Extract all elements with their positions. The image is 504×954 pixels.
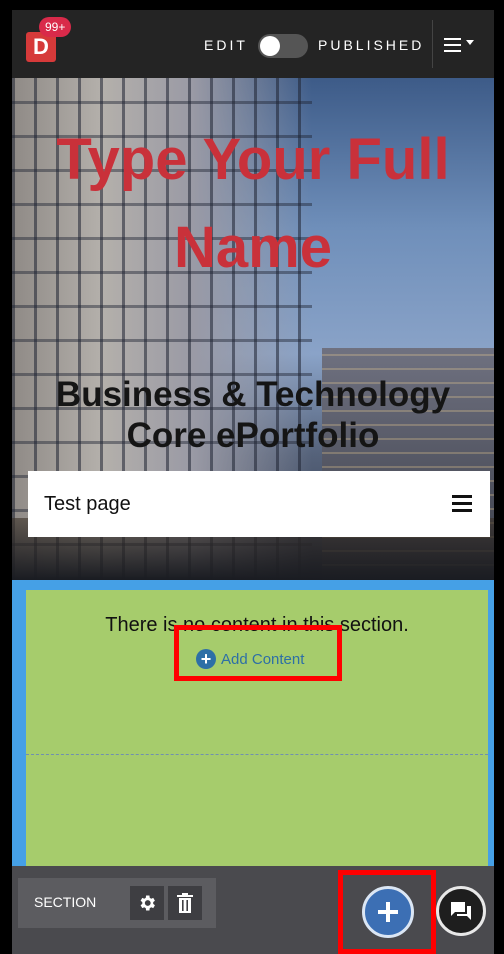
notification-badge[interactable]: 99+ xyxy=(39,17,72,37)
menu-divider xyxy=(432,20,433,68)
page-title[interactable]: Test page xyxy=(44,493,131,516)
toggle-knob xyxy=(260,36,280,56)
add-content-plus-icon: + xyxy=(196,649,216,669)
gear-icon[interactable] xyxy=(130,886,164,920)
content-section[interactable]: There is no content in this section. + A… xyxy=(26,590,488,866)
selected-section-outline: There is no content in this section. + A… xyxy=(12,580,494,866)
chat-icon[interactable] xyxy=(436,886,486,936)
portfolio-owner-name[interactable]: Type Your Full Name xyxy=(32,116,474,292)
add-content-link[interactable]: + Add Content xyxy=(196,648,304,670)
empty-section-message: There is no content in this section. xyxy=(105,614,409,636)
trash-icon[interactable] xyxy=(168,886,202,920)
edit-publish-toggle[interactable] xyxy=(258,34,308,58)
edit-label: EDIT xyxy=(204,37,248,53)
section-divider xyxy=(26,754,488,755)
section-tools-panel: SECTION xyxy=(18,878,216,928)
section-toolbar: SECTION xyxy=(12,866,494,954)
published-label: PUBLISHED xyxy=(318,37,425,53)
app-frame: D 99+ EDIT PUBLISHED Type Your Full Name… xyxy=(12,10,494,954)
add-content-label: Add Content xyxy=(221,650,305,668)
page-navigation-bar: Test page xyxy=(28,471,490,537)
top-bar: D 99+ EDIT PUBLISHED xyxy=(12,10,494,78)
portfolio-subtitle[interactable]: Business & Technology Core ePortfolio xyxy=(32,374,474,456)
hamburger-menu-icon[interactable] xyxy=(444,34,488,56)
plus-icon[interactable] xyxy=(362,886,414,938)
section-label: SECTION xyxy=(34,894,97,910)
hero-banner: Type Your Full Name Business & Technolog… xyxy=(12,78,494,580)
hamburger-icon[interactable] xyxy=(452,495,472,513)
